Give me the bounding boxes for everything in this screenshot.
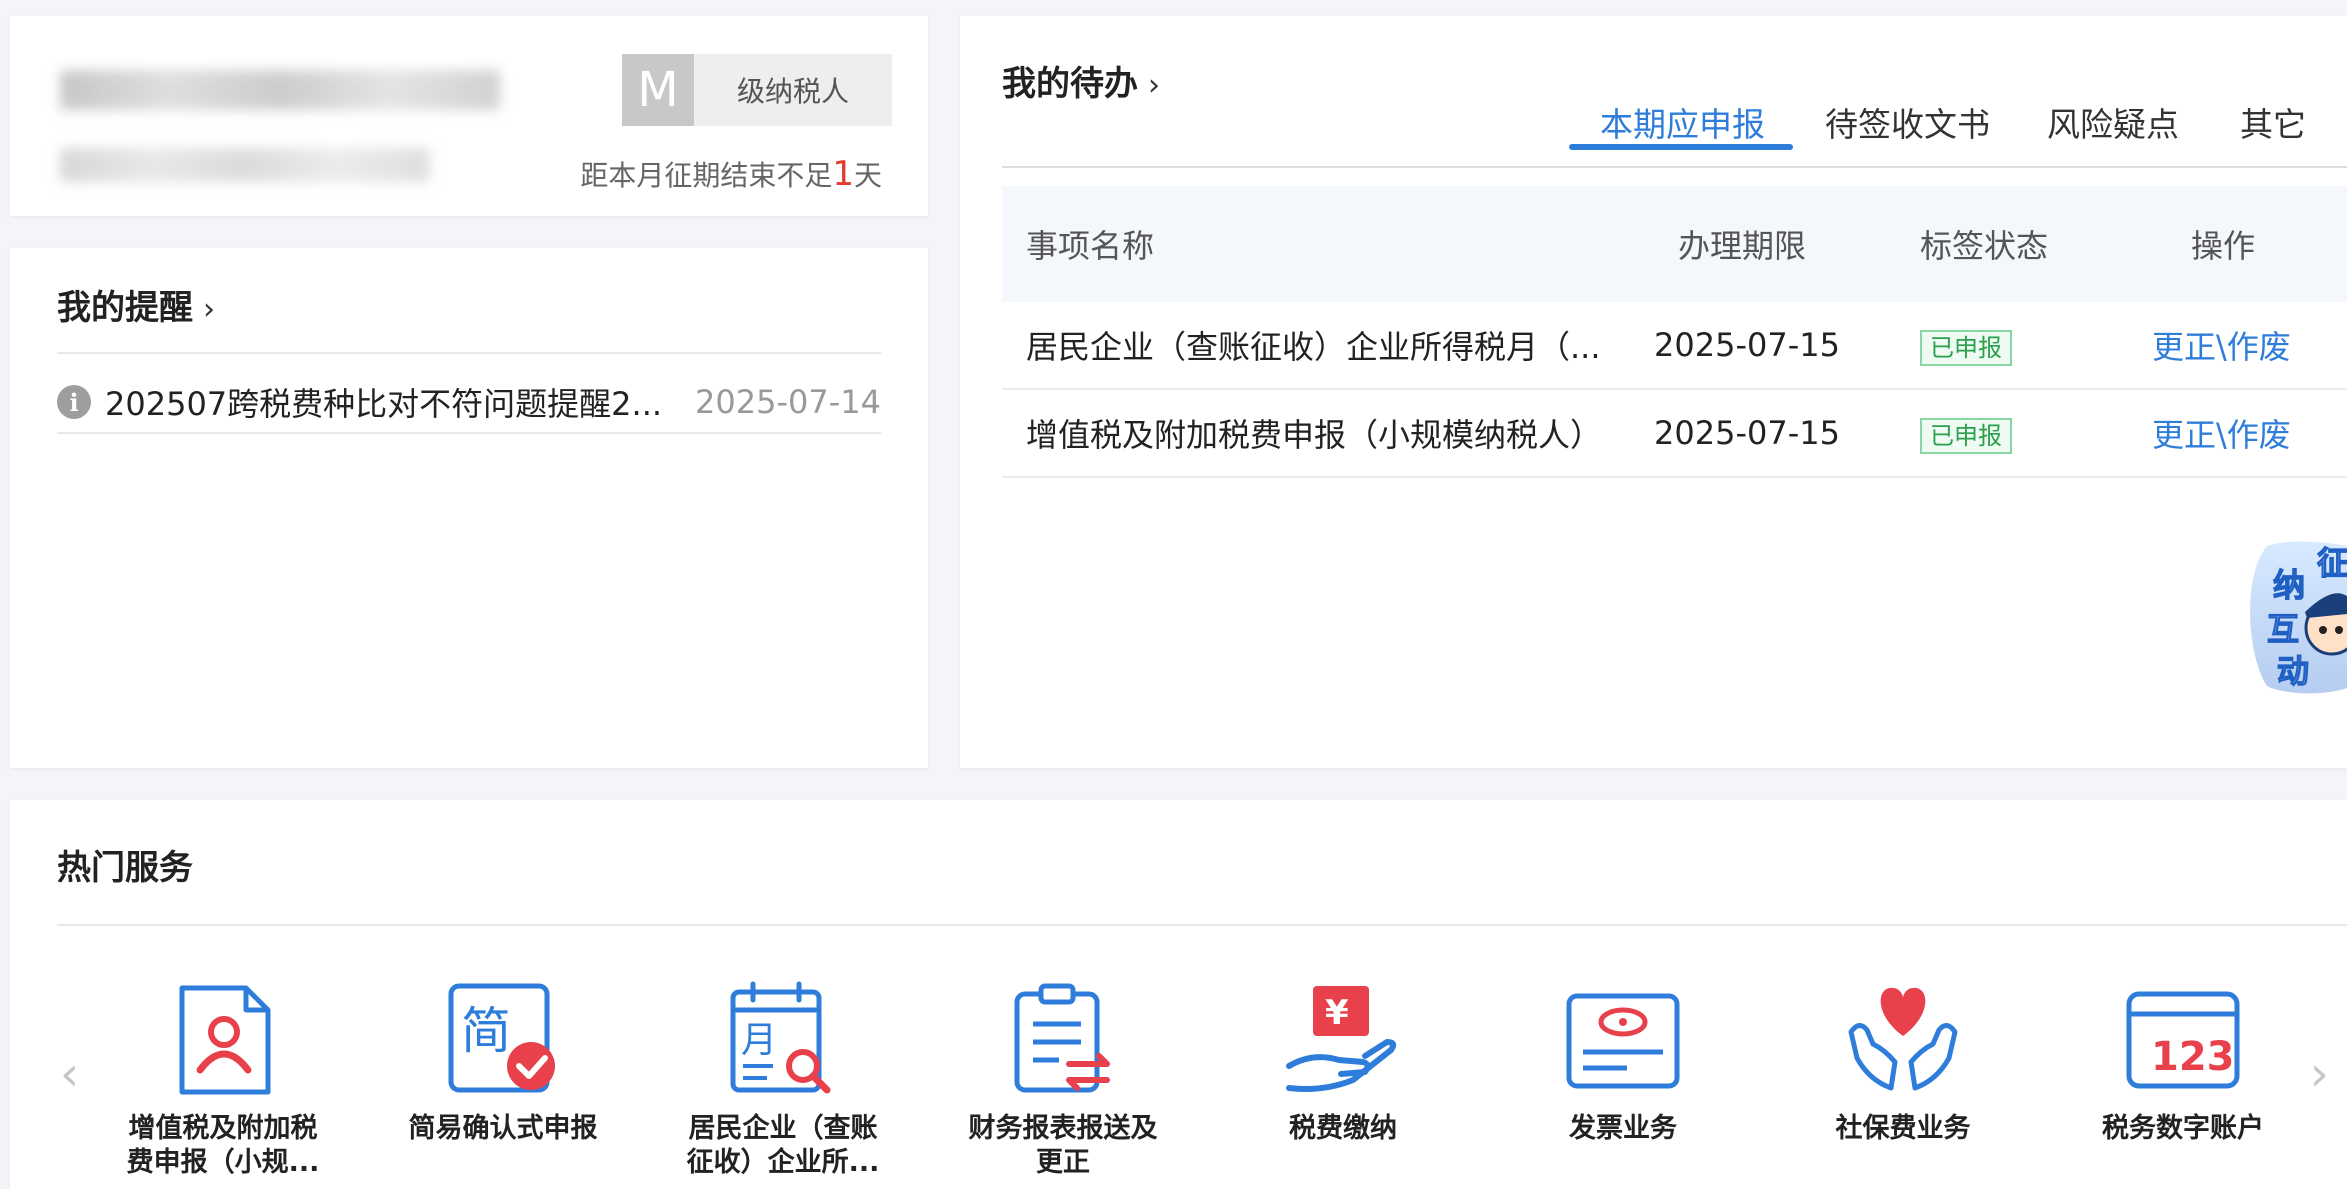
item-deadline: 2025-07-15	[1654, 414, 1840, 452]
column-header-name: 事项名称	[1026, 227, 1155, 265]
divider	[57, 924, 2347, 926]
carousel-prev-arrow-icon[interactable]: ‹	[60, 1046, 79, 1102]
correct-void-link[interactable]: 更正\作废	[2152, 328, 2291, 366]
taxpayer-type-badge: M 级纳税人	[622, 54, 892, 126]
column-header-action: 操作	[2191, 227, 2256, 265]
account-info-card: M 级纳税人 距本月征期结束不足1天	[10, 16, 928, 216]
service-label: 增值税及附加税	[128, 1113, 318, 1144]
service-label: 居民企业（查账	[688, 1113, 878, 1144]
service-label: 税费缴纳	[1289, 1113, 1397, 1144]
reminder-card: 我的提醒 › i 202507跨税费种比对不符问题提醒2... 2025-07-1…	[10, 248, 928, 768]
todo-table: 事项名称 办理期限 标签状态 操作 居民企业（查账征收）企业所得税月（... 2…	[1002, 186, 2347, 478]
mascot-assistant-icon[interactable]: 征 纳 互 动	[2237, 536, 2347, 698]
deadline-prefix: 距本月征期结束不足	[580, 159, 833, 192]
simple-confirm-icon: 简	[448, 983, 555, 1093]
table-row: 增值税及附加税费申报（小规模纳税人） 2025-07-15 已申报 更正\作废	[1002, 390, 2347, 478]
tab-current-declaration[interactable]: 本期应申报	[1600, 98, 1765, 146]
service-label: 财务报表报送及	[968, 1113, 1158, 1144]
item-deadline: 2025-07-15	[1654, 326, 1840, 364]
service-invoice[interactable]: 发票业务	[1493, 980, 1753, 1146]
mascot-text-hu: 互	[2267, 610, 2299, 648]
table-row: 居民企业（查账征收）企业所得税月（... 2025-07-15 已申报 更正\作…	[1002, 302, 2347, 390]
service-label: 简易确认式申报	[408, 1113, 598, 1144]
deadline-notice: 距本月征期结束不足1天	[580, 154, 882, 194]
item-name[interactable]: 增值税及附加税费申报（小规模纳税人）	[1026, 410, 1606, 456]
chevron-right-icon: ›	[203, 292, 215, 327]
service-label: 社保费业务	[1835, 1113, 1971, 1144]
month-glyph: 月	[741, 1020, 777, 1061]
yen-glyph: ¥	[1325, 993, 1349, 1033]
status-badge: 已申报	[1920, 330, 2012, 366]
social-insurance-icon	[1848, 987, 1958, 1091]
taxpayer-initial: M	[622, 54, 694, 126]
mascot-text-zheng: 征	[2317, 544, 2347, 582]
tax-id-redacted	[60, 148, 430, 182]
service-digital-account[interactable]: 123 税务数字账户	[2053, 980, 2313, 1146]
deadline-suffix: 天	[853, 159, 882, 192]
mascot-text-na: 纳	[2273, 566, 2305, 604]
table-header: 事项名称 办理期限 标签状态 操作	[1002, 186, 2347, 302]
reminder-text: 202507跨税费种比对不符问题提醒2...	[105, 385, 663, 423]
divider	[1002, 166, 2347, 168]
todo-tabs: 本期应申报 待签收文书 风险疑点 其它	[960, 80, 2347, 170]
digital-account-glyph: 123	[2151, 1034, 2235, 1080]
company-name-redacted	[60, 70, 500, 110]
service-label: 税务数字账户	[2102, 1113, 2264, 1144]
service-label: 更正	[1036, 1147, 1090, 1178]
simple-glyph: 简	[461, 1002, 511, 1060]
divider	[57, 352, 881, 354]
reminder-title: 我的提醒	[57, 288, 193, 328]
invoice-icon	[1566, 993, 1680, 1089]
info-icon: i	[57, 385, 91, 419]
status-badge: 已申报	[1920, 418, 2012, 454]
item-name[interactable]: 居民企业（查账征收）企业所得税月（...	[1026, 322, 1606, 368]
service-tax-payment[interactable]: ¥ 税费缴纳	[1213, 980, 1473, 1146]
active-tab-indicator	[1569, 144, 1793, 150]
reminder-date: 2025-07-14	[695, 383, 881, 421]
vat-declaration-icon	[179, 985, 271, 1095]
mascot-text-dong: 动	[2277, 652, 2309, 690]
service-label: 征收）企业所...	[686, 1147, 880, 1178]
service-financial-report[interactable]: 财务报表报送及 更正	[933, 980, 1193, 1180]
tab-risk-points[interactable]: 风险疑点	[2047, 98, 2179, 146]
deadline-days: 1	[832, 154, 854, 194]
tab-documents-to-sign[interactable]: 待签收文书	[1825, 98, 1990, 146]
column-header-deadline: 办理期限	[1678, 227, 1807, 265]
services-title: 热门服务	[57, 848, 193, 888]
service-enterprise-income-tax[interactable]: 月 居民企业（查账 征收）企业所...	[653, 980, 913, 1180]
service-vat-declaration[interactable]: 增值税及附加税 费申报（小规...	[93, 980, 353, 1180]
hot-services-card: 热门服务 ‹ › 增值税及附加税 费申报（小规... 简 简易确认式申报 月 居…	[10, 800, 2347, 1189]
tab-others[interactable]: 其它	[2240, 98, 2306, 146]
reminder-item[interactable]: i 202507跨税费种比对不符问题提醒2... 2025-07-14	[57, 372, 881, 434]
column-header-status: 标签状态	[1920, 227, 2049, 265]
taxpayer-type-label: 级纳税人	[736, 75, 849, 108]
todo-card: 我的待办 › 本期应申报 待签收文书 风险疑点 其它 事项名称 办理期限 标签状态…	[960, 16, 2347, 768]
service-simple-confirm[interactable]: 简 简易确认式申报	[373, 980, 633, 1146]
service-label: 费申报（小规...	[126, 1147, 320, 1178]
monthly-calendar-icon: 月	[730, 981, 831, 1094]
digital-account-icon: 123	[2126, 991, 2240, 1089]
service-social-insurance[interactable]: 社保费业务	[1773, 980, 2033, 1146]
reminder-title-link[interactable]: 我的提醒 ›	[57, 280, 215, 329]
correct-void-link[interactable]: 更正\作废	[2152, 416, 2291, 454]
service-label: 发票业务	[1569, 1113, 1677, 1144]
financial-report-icon	[1014, 983, 1110, 1093]
tax-payment-icon: ¥	[1286, 986, 1397, 1092]
